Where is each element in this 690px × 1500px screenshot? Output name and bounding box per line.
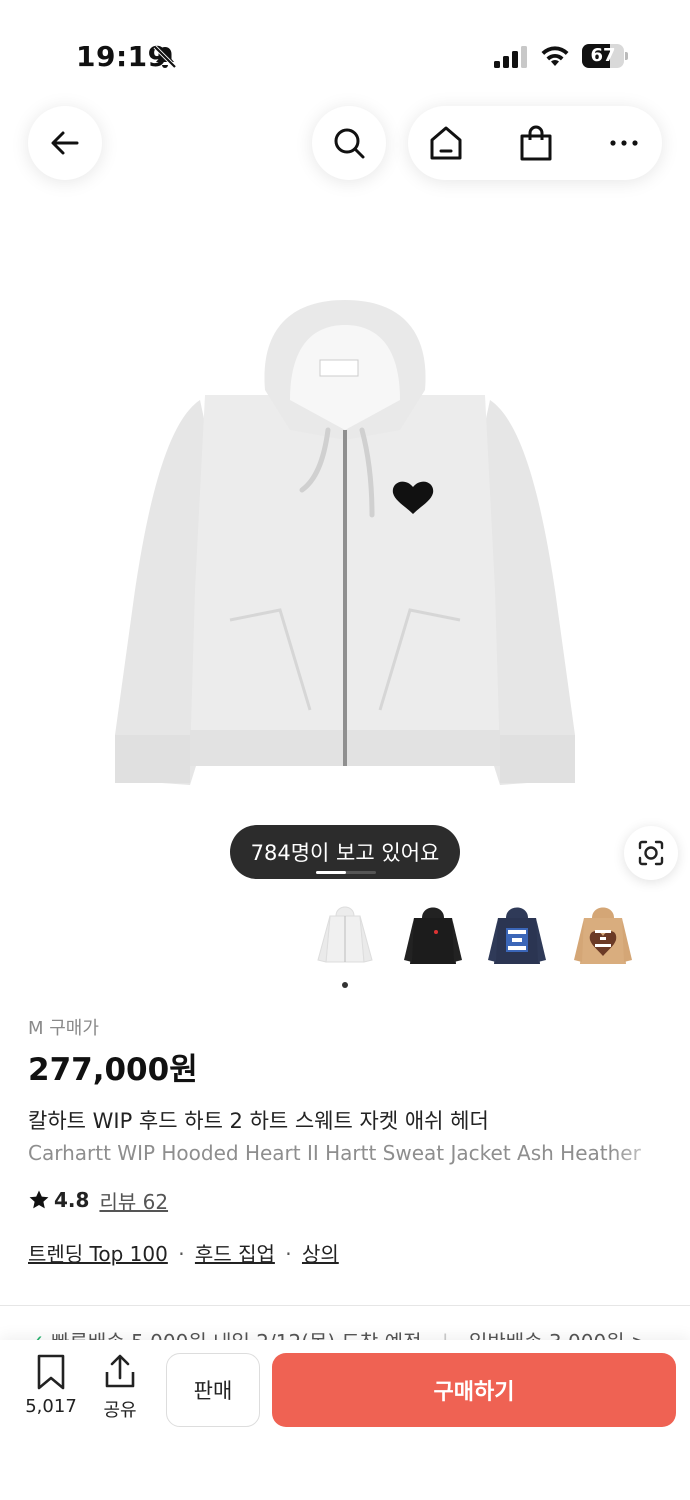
more-button[interactable] — [606, 124, 642, 162]
product-title-ko: 칼하트 WIP 후드 하트 2 하트 스웨트 자켓 애쉬 헤더 — [28, 1109, 489, 1133]
price-label: M 구매가 — [28, 1018, 99, 1039]
check-icon: ✓ — [28, 1330, 45, 1340]
cart-button[interactable] — [518, 124, 554, 162]
viewers-text: 784명이 보고 있어요 — [250, 841, 440, 865]
star-icon — [29, 1190, 49, 1209]
fast-shipping-text: 빠른배송 5,000원 내일 2/12(목) 도착 예정 — [51, 1330, 421, 1340]
bookmark-icon — [37, 1354, 65, 1390]
product-price: 277,000원 — [28, 1052, 198, 1088]
review-link[interactable]: 리뷰 62 — [99, 1186, 168, 1215]
status-bar: 19:19 67 — [0, 0, 690, 90]
color-thumbnails — [312, 900, 642, 972]
back-button[interactable] — [28, 106, 102, 180]
share-button[interactable]: 공유 — [94, 1354, 146, 1421]
home-button[interactable] — [428, 124, 464, 162]
section-divider — [0, 1305, 690, 1306]
image-search-button[interactable] — [624, 826, 678, 880]
tag-trending[interactable]: 트렌딩 Top 100 — [28, 1242, 168, 1266]
rating-value: 4.8 — [54, 1188, 90, 1212]
rating-row: 4.8 리뷰 62 — [28, 1186, 168, 1214]
thumbnail-indicator-dot — [342, 982, 348, 988]
tag-separator: · — [285, 1242, 292, 1266]
category-tags: 트렌딩 Top 100 · 후드 집업 · 상의 — [28, 1238, 339, 1267]
more-icon — [610, 140, 638, 146]
battery-level-text: 67 — [590, 45, 616, 66]
bottom-action-bar: 5,017 공유 판매 구매하기 — [0, 1340, 690, 1500]
wifi-icon — [541, 46, 569, 66]
thumbnail-black-hoodie[interactable] — [400, 900, 466, 972]
title-fade — [610, 1138, 680, 1168]
share-label: 공유 — [103, 1400, 137, 1421]
tag-hood-zipup[interactable]: 후드 집업 — [195, 1242, 275, 1266]
image-progress — [316, 871, 376, 874]
nav-actions — [408, 106, 662, 180]
standard-shipping-text: 일반배송 3,000원 > — [469, 1330, 648, 1340]
arrow-left-icon — [51, 131, 79, 155]
search-button[interactable] — [312, 106, 386, 180]
bell-muted-icon — [153, 45, 177, 69]
battery-indicator: 67 — [582, 44, 628, 68]
thumbnail-navy-hoodie[interactable] — [484, 900, 550, 972]
camera-lens-icon — [638, 840, 664, 866]
shipping-info[interactable]: ✓ 빠른배송 5,000원 내일 2/12(목) 도착 예정 | 일반배송 3,… — [28, 1326, 678, 1340]
thumbnail-white-hoodie[interactable] — [312, 900, 378, 972]
share-icon — [105, 1354, 135, 1388]
thumbnail-tan-hoodie[interactable] — [570, 900, 636, 972]
shopping-bag-icon — [520, 125, 552, 161]
buy-button[interactable]: 구매하기 — [272, 1353, 676, 1427]
tag-top[interactable]: 상의 — [302, 1242, 339, 1266]
sell-button[interactable]: 판매 — [166, 1353, 260, 1427]
product-image[interactable] — [80, 290, 610, 800]
cellular-signal-icon — [494, 46, 527, 68]
search-icon — [334, 128, 365, 159]
bookmark-count: 5,017 — [25, 1396, 77, 1417]
bookmark-button[interactable]: 5,017 — [20, 1354, 82, 1420]
tag-separator: · — [178, 1242, 185, 1266]
home-icon — [430, 126, 462, 160]
product-title-en: Carhartt WIP Hooded Heart II Hartt Sweat… — [28, 1141, 641, 1165]
